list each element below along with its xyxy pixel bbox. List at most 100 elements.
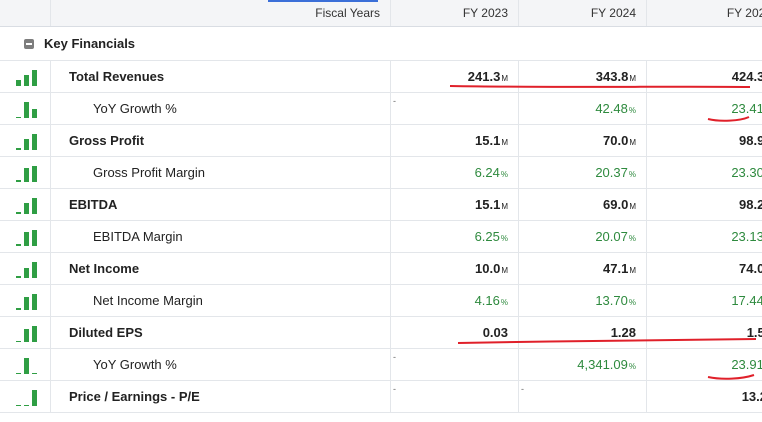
value-cell[interactable]: 23.30% <box>646 156 762 189</box>
value-cell[interactable]: 20.37% <box>518 156 647 189</box>
mini-bar <box>32 390 37 406</box>
value-cell[interactable]: 424.3M <box>646 60 762 93</box>
value-number: 4,341.09 <box>577 357 628 372</box>
value-cell[interactable]: 10.0M <box>390 252 519 285</box>
value-cell[interactable]: 23.13% <box>646 220 762 253</box>
value-cell[interactable]: 4.16% <box>390 284 519 317</box>
value-number: 4.16 <box>474 293 500 308</box>
value-unit: % <box>500 170 508 179</box>
table-row[interactable]: Net Income10.0M47.1M74.0M <box>0 252 762 285</box>
year-header-2024[interactable]: FY 2024 <box>518 0 647 27</box>
value-cell[interactable]: 47.1M <box>518 252 647 285</box>
sparkline-cell[interactable] <box>0 348 51 381</box>
value-number: 20.37 <box>595 165 628 180</box>
mini-bar-baseline <box>16 341 21 342</box>
row-label: YoY Growth % <box>93 357 177 372</box>
sparkline-cell[interactable] <box>0 380 51 413</box>
section-key-financials[interactable]: Key Financials <box>0 26 762 61</box>
value-number: 23.30 <box>731 165 762 180</box>
row-label-cell: Total Revenues <box>50 60 391 93</box>
value-cell[interactable]: 17.44% <box>646 284 762 317</box>
value-cell[interactable]: 6.24% <box>390 156 519 189</box>
mini-bar <box>24 232 29 246</box>
value-number: 42.48 <box>595 101 628 116</box>
value-cell[interactable]: 241.3M <box>390 60 519 93</box>
value-cell[interactable]: - <box>390 380 519 413</box>
value-unit: % <box>500 298 508 307</box>
table-row[interactable]: YoY Growth % -42.48%23.41% <box>0 92 762 125</box>
header-spacer <box>0 0 51 27</box>
value-cell[interactable]: 23.41% <box>646 92 762 125</box>
value-cell[interactable]: 70.0M <box>518 124 647 157</box>
table-row[interactable]: Net Income Margin4.16%13.70%17.44% <box>0 284 762 317</box>
sparkline-cell[interactable] <box>0 60 51 93</box>
value-cell[interactable]: 98.9M <box>646 124 762 157</box>
mini-bar-baseline <box>16 373 21 374</box>
value-cell[interactable]: 6.25% <box>390 220 519 253</box>
mini-bar <box>24 168 29 182</box>
value-cell[interactable]: 98.2M <box>646 188 762 221</box>
year-header-2023[interactable]: FY 2023 <box>390 0 519 27</box>
table-row[interactable]: YoY Growth % -4,341.09%23.91% <box>0 348 762 381</box>
row-label: Total Revenues <box>69 69 165 84</box>
section-header-cell[interactable]: Key Financials <box>0 26 762 61</box>
value-cell[interactable]: 343.8M <box>518 60 647 93</box>
value-cell[interactable]: 1.28 <box>518 316 647 349</box>
value-cell[interactable]: 23.91% <box>646 348 762 381</box>
sparkline-cell[interactable] <box>0 156 51 189</box>
mini-bar <box>16 212 21 214</box>
value-cell[interactable]: 20.07% <box>518 220 647 253</box>
value-cell[interactable]: 4,341.09% <box>518 348 647 381</box>
value-number: 424.3 <box>731 69 762 84</box>
value-cell[interactable]: 1.58 <box>646 316 762 349</box>
active-tab-indicator <box>268 0 378 2</box>
row-label: Diluted EPS <box>69 325 143 340</box>
sparkline-cell[interactable] <box>0 188 51 221</box>
sparkline-cell[interactable] <box>0 92 51 125</box>
sparkline-cell[interactable] <box>0 316 51 349</box>
sparkline-cell[interactable] <box>0 124 51 157</box>
mini-bar <box>16 308 21 310</box>
value-cell[interactable]: - <box>390 92 519 125</box>
value-number: 6.24 <box>474 165 500 180</box>
value-cell[interactable]: - <box>518 380 647 413</box>
table-row[interactable]: EBITDA Margin6.25%20.07%23.13% <box>0 220 762 253</box>
value-cell[interactable]: 69.0M <box>518 188 647 221</box>
value-number: 6.25 <box>474 229 500 244</box>
mini-bar <box>32 109 37 118</box>
mini-bar-baseline <box>16 117 21 118</box>
year-header-2025[interactable]: FY 2025 <box>646 0 762 27</box>
value-number: 23.13 <box>731 229 762 244</box>
sparkline-cell[interactable] <box>0 220 51 253</box>
sparkline-cell[interactable] <box>0 284 51 317</box>
mini-bar <box>32 166 37 182</box>
value-cell[interactable]: 13.2x <box>646 380 762 413</box>
table-row[interactable]: Gross Profit Margin6.24%20.37%23.30% <box>0 156 762 189</box>
mini-bar <box>16 276 21 278</box>
table-row[interactable]: EBITDA15.1M69.0M98.2M <box>0 188 762 221</box>
value-cell[interactable]: 42.48% <box>518 92 647 125</box>
table-row[interactable]: Diluted EPS 0.03 1.28 1.58 <box>0 316 762 349</box>
value-unit: % <box>628 298 636 307</box>
mini-bar <box>24 358 29 374</box>
table-row[interactable]: Gross Profit15.1M70.0M98.9M <box>0 124 762 157</box>
value-number: 69.0 <box>603 197 629 212</box>
sparkline-cell[interactable] <box>0 252 51 285</box>
mini-bar <box>24 139 29 150</box>
empty-value-dash: - <box>521 384 524 394</box>
collapse-icon[interactable] <box>24 38 34 49</box>
table-row[interactable]: Total Revenues 241.3M343.8M424.3M <box>0 60 762 93</box>
value-cell[interactable]: 15.1M <box>390 124 519 157</box>
row-label-cell: EBITDA <box>50 188 391 221</box>
row-label-cell: Diluted EPS <box>50 316 391 349</box>
row-label: YoY Growth % <box>93 101 177 116</box>
table-row[interactable]: Price / Earnings - P/E - - 13.2x <box>0 380 762 413</box>
value-cell[interactable]: 74.0M <box>646 252 762 285</box>
mini-bar <box>32 134 37 150</box>
mini-bar <box>32 294 37 310</box>
value-cell[interactable]: 13.70% <box>518 284 647 317</box>
value-cell[interactable]: - <box>390 348 519 381</box>
value-cell[interactable]: 0.03 <box>390 316 519 349</box>
mini-bar <box>24 102 29 118</box>
value-cell[interactable]: 15.1M <box>390 188 519 221</box>
